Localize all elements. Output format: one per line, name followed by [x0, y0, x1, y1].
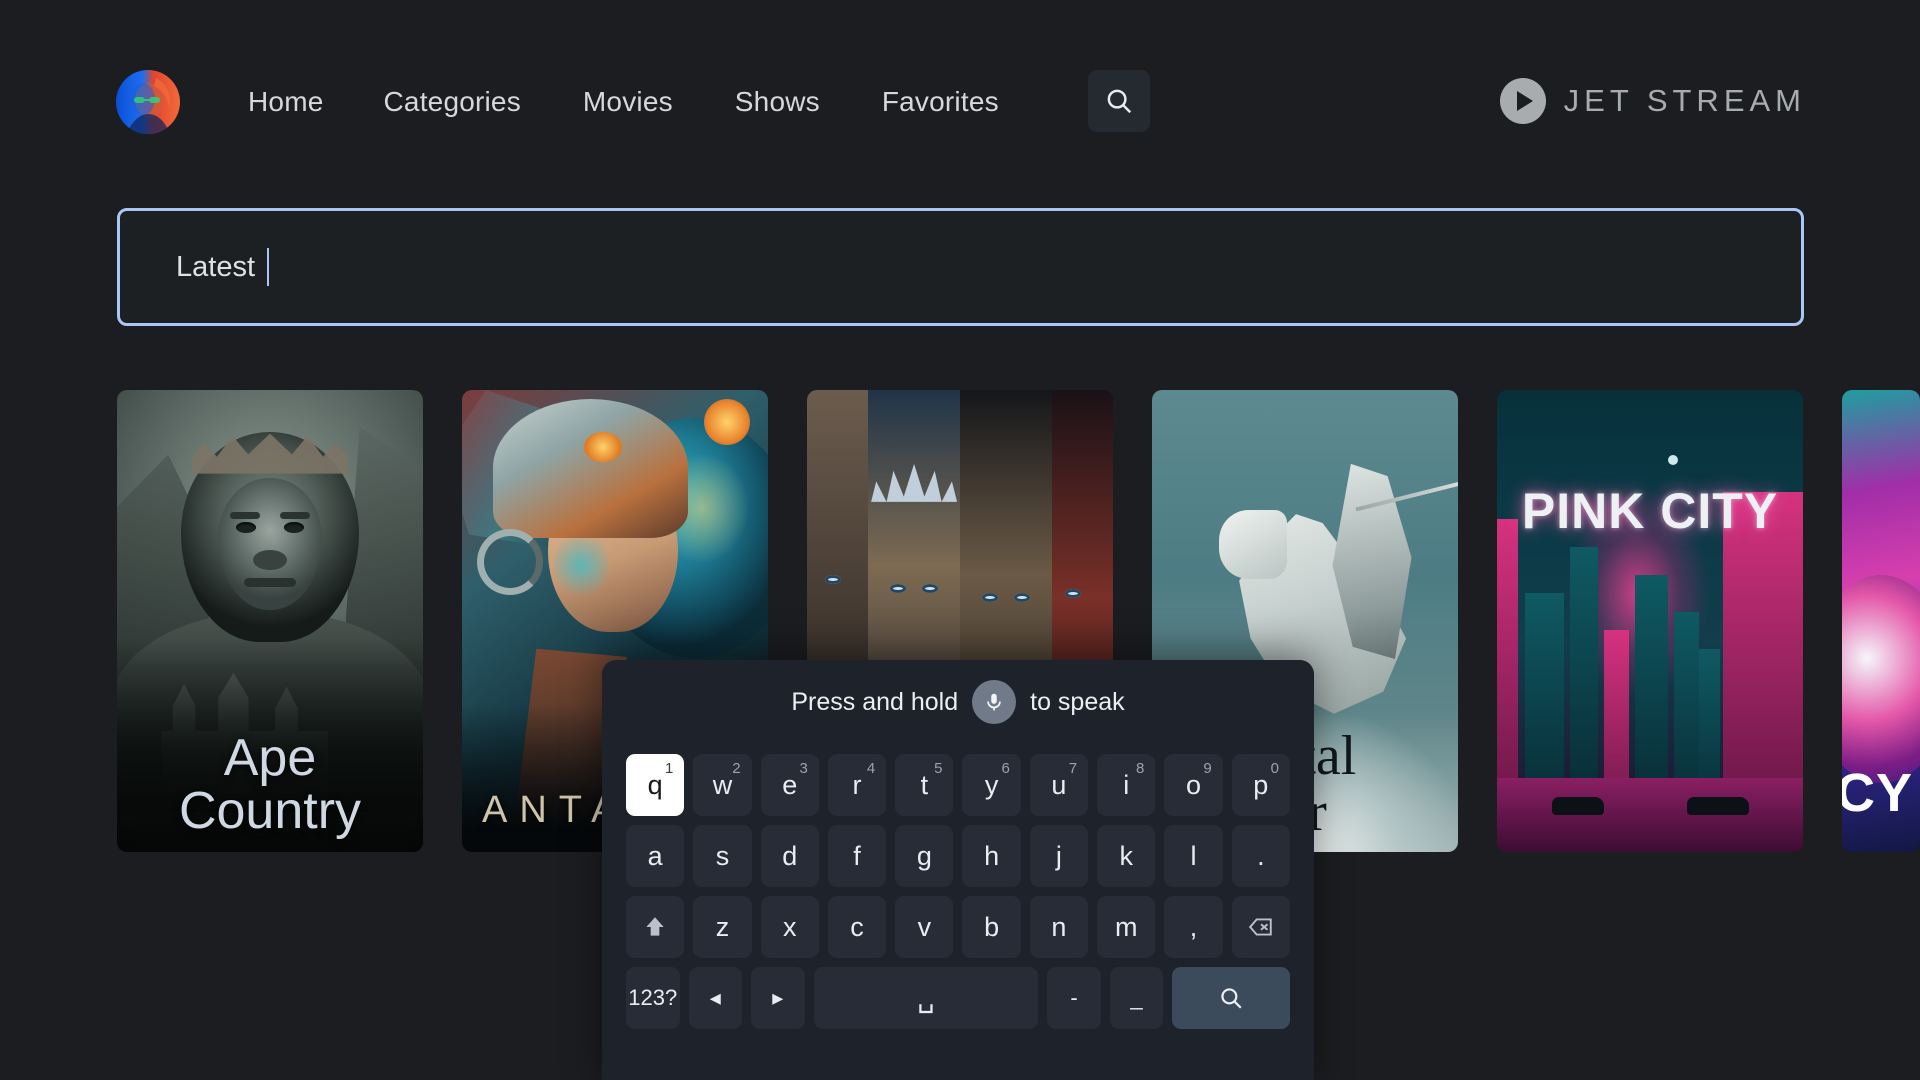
key-s[interactable]: s: [693, 825, 752, 887]
search-button[interactable]: [1088, 70, 1150, 132]
key-q[interactable]: q1: [626, 754, 685, 816]
search-input-value: Latest: [176, 250, 264, 283]
voice-prompt-before: Press and hold: [791, 687, 959, 716]
key-g[interactable]: g: [895, 825, 954, 887]
key-i[interactable]: i8: [1097, 754, 1156, 816]
keyboard-row-3: z x c v b n m ,: [626, 896, 1290, 958]
user-avatar[interactable]: [116, 70, 180, 134]
key-submit-search[interactable]: [1172, 967, 1291, 1029]
voice-prompt-after: to speak: [1030, 687, 1125, 716]
key-symbols[interactable]: 123?: [626, 967, 680, 1029]
search-input[interactable]: Latest: [117, 208, 1804, 326]
key-t[interactable]: t5: [895, 754, 954, 816]
key-cursor-right[interactable]: ▸: [751, 967, 805, 1029]
poster-title: PINK CITY: [1521, 483, 1779, 540]
key-j[interactable]: j: [1029, 825, 1089, 887]
key-w[interactable]: w2: [693, 754, 752, 816]
key-p[interactable]: p0: [1231, 754, 1290, 816]
brand-logo: JET STREAM: [1499, 70, 1806, 132]
poster-card-ape-country[interactable]: Ape Country: [117, 390, 423, 852]
nav-item-movies[interactable]: Movies: [583, 86, 673, 118]
key-u[interactable]: u7: [1029, 754, 1089, 816]
key-b[interactable]: b: [962, 896, 1021, 958]
nav-item-favorites[interactable]: Favorites: [882, 86, 999, 118]
nav-item-shows[interactable]: Shows: [735, 86, 820, 118]
keyboard-row-2: a s d f g h j k l .: [626, 825, 1290, 887]
onscreen-keyboard: Press and hold to speak q1 w2 e3 r4 t5 y…: [602, 660, 1314, 1080]
key-d[interactable]: d: [760, 825, 819, 887]
key-hyphen[interactable]: -: [1047, 967, 1101, 1029]
backspace-icon: [1248, 918, 1272, 936]
key-x[interactable]: x: [760, 896, 819, 958]
key-r[interactable]: r4: [827, 754, 887, 816]
key-k[interactable]: k: [1097, 825, 1156, 887]
search-icon: [1221, 988, 1242, 1009]
brand-text: JET STREAM: [1563, 83, 1806, 118]
microphone-icon: [987, 693, 1001, 711]
key-shift[interactable]: [626, 896, 685, 958]
key-space[interactable]: ␣: [813, 967, 1039, 1029]
key-z[interactable]: z: [693, 896, 752, 958]
microphone-button[interactable]: [972, 680, 1017, 724]
key-period[interactable]: .: [1231, 825, 1290, 887]
key-f[interactable]: f: [827, 825, 887, 887]
shift-icon: [646, 917, 664, 936]
key-h[interactable]: h: [962, 825, 1021, 887]
keyboard-row-4: 123? ◂ ▸ ␣ - _: [626, 967, 1291, 1029]
key-c[interactable]: c: [827, 896, 887, 958]
main-nav: Home Categories Movies Shows Favorites: [248, 70, 1061, 134]
app-header: Home Categories Movies Shows Favorites J…: [0, 0, 1920, 148]
key-l[interactable]: l: [1164, 825, 1223, 887]
app-root: Home Categories Movies Shows Favorites J…: [0, 0, 1920, 1080]
key-o[interactable]: o9: [1164, 754, 1223, 816]
poster-card-pink-city[interactable]: PINK CITY: [1497, 390, 1803, 852]
poster-title: CY: [1842, 763, 1914, 824]
key-cursor-left[interactable]: ◂: [688, 967, 743, 1029]
poster-artwork: PINK CITY: [1497, 390, 1803, 852]
key-m[interactable]: m: [1097, 896, 1156, 958]
key-y[interactable]: y6: [962, 754, 1021, 816]
poster-title: Ape Country: [178, 728, 362, 840]
play-circle-icon: [1499, 78, 1546, 124]
key-a[interactable]: a: [626, 825, 685, 887]
poster-card-cyber[interactable]: CY: [1842, 390, 1920, 852]
nav-item-categories[interactable]: Categories: [384, 86, 521, 118]
key-comma[interactable]: ,: [1164, 896, 1223, 958]
nav-item-home[interactable]: Home: [248, 86, 324, 118]
poster-artwork: CY: [1842, 390, 1920, 852]
key-backspace[interactable]: [1231, 896, 1290, 958]
voice-prompt: Press and hold to speak: [602, 660, 1314, 744]
keyboard-keys: q1 w2 e3 r4 t5 y6 u7 i8 o9 p0 a s d f g …: [602, 744, 1314, 1029]
key-e[interactable]: e3: [760, 754, 819, 816]
search-icon: [1107, 89, 1132, 114]
avatar-image: [116, 70, 180, 134]
key-v[interactable]: v: [895, 896, 954, 958]
text-caret: [267, 248, 270, 286]
key-underscore[interactable]: _: [1109, 967, 1164, 1029]
keyboard-row-1: q1 w2 e3 r4 t5 y6 u7 i8 o9 p0: [626, 754, 1290, 816]
key-n[interactable]: n: [1029, 896, 1089, 958]
